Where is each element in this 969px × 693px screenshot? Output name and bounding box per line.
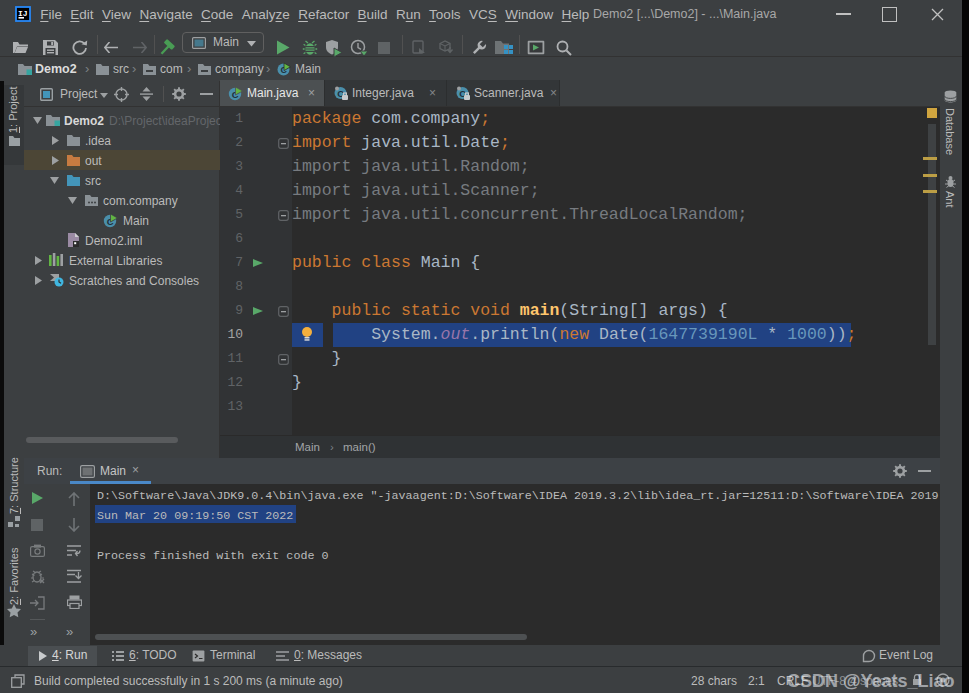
svg-text:IJ: IJ <box>18 9 28 18</box>
